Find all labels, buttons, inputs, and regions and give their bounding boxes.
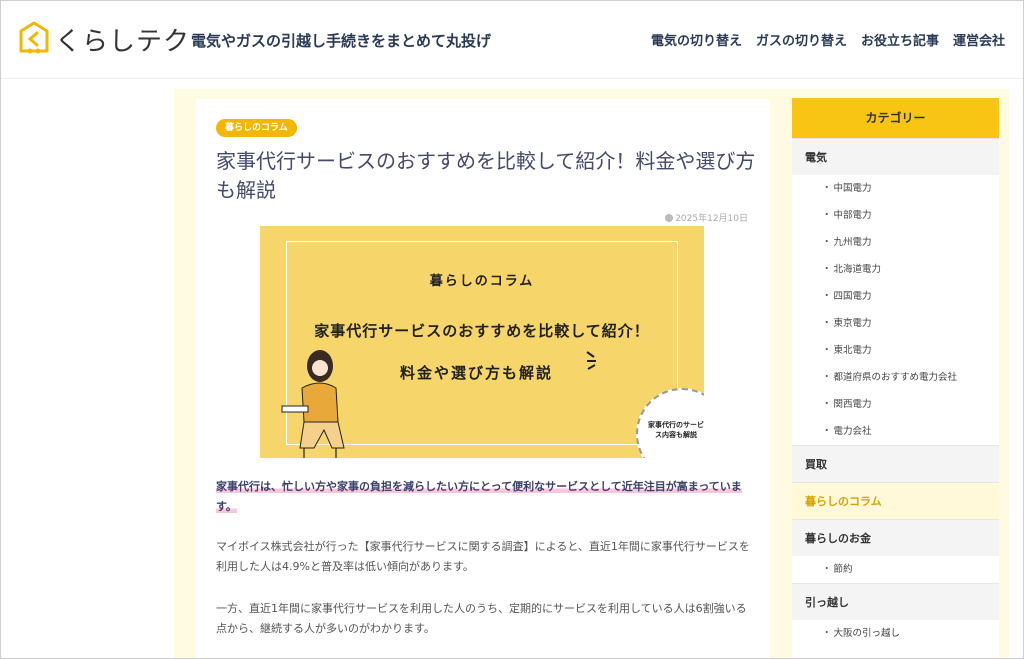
lead-text: 家事代行は、忙しい方や家事の負担を減らしたい方にとって便利なサービスとして近年注…: [216, 480, 742, 513]
sidebar-item[interactable]: 電力会社: [792, 418, 999, 445]
hero-headline: 家事代行サービスのおすすめを比較して紹介！: [314, 322, 650, 340]
sidebar-item[interactable]: 都道府県のおすすめ電力会社: [792, 364, 999, 391]
article-paragraph-1: マイボイス株式会社が行った【家事代行サービスに関する調査】によると、直近1年間に…: [216, 540, 750, 573]
hero-image: 暮らしのコラム 家事代行サービスのおすすめを比較して紹介！ 料金や選び方も解説 …: [260, 226, 704, 458]
sidebar-item[interactable]: 大阪の引っ越し: [792, 620, 999, 647]
nav-articles[interactable]: お役立ち記事: [861, 30, 939, 49]
article-lead: 家事代行は、忙しい方や家事の負担を減らしたい方にとって便利なサービスとして近年注…: [216, 477, 751, 517]
site-tagline: 電気やガスの引越し手続きをまとめて丸投げ: [191, 32, 492, 50]
house-logo-icon[interactable]: [19, 21, 49, 55]
article-date: 2025年12月10日: [665, 211, 748, 224]
date-text: 2025年12月10日: [675, 214, 748, 224]
nav-electricity[interactable]: 電気の切り替え: [651, 30, 742, 49]
sidebar-item[interactable]: 中国電力: [792, 175, 999, 202]
sidebar-item[interactable]: 東北電力: [792, 337, 999, 364]
sidebar-item[interactable]: 九州電力: [792, 229, 999, 256]
sidebar: カテゴリー 電気 中国電力 中部電力 九州電力 北海道電力 四国電力 東京電力 …: [792, 98, 999, 658]
sidebar-heading: カテゴリー: [792, 98, 999, 138]
nav-company[interactable]: 運営会社: [953, 30, 1005, 49]
sidebar-item[interactable]: 四国電力: [792, 283, 999, 310]
main-nav: 電気の切り替え ガスの切り替え お役立ち記事 運営会社: [651, 30, 1005, 49]
hero-subtitle: 暮らしのコラム: [429, 274, 535, 289]
hero-headline-2: 料金や選び方も解説: [400, 364, 554, 382]
sidebar-item[interactable]: 北海道電力: [792, 256, 999, 283]
sidebar-item[interactable]: 節約: [792, 556, 999, 583]
article: 暮らしのコラム 家事代行サービスのおすすめを比較して紹介！料金や選び方も解説 2…: [196, 99, 770, 658]
sidebar-category-living-money[interactable]: 暮らしのお金: [792, 519, 999, 556]
article-paragraph-2: 一方、直近1年間に家事代行サービスを利用した人のうち、定期的にサービスを利用して…: [216, 602, 747, 635]
article-title: 家事代行サービスのおすすめを比較して紹介！料金や選び方も解説: [216, 149, 756, 202]
browser-frame: くらしテク 電気やガスの引越し手続きをまとめて丸投げ 電気の切り替え ガスの切り…: [0, 0, 1024, 659]
site-logo-text[interactable]: くらしテク: [55, 21, 190, 58]
sidebar-category-electricity[interactable]: 電気: [792, 138, 999, 175]
sidebar-item[interactable]: 関西電力: [792, 391, 999, 418]
nav-gas[interactable]: ガスの切り替え: [756, 30, 847, 49]
emphasis-lines-icon: [586, 351, 596, 370]
clock-icon: [665, 214, 674, 222]
sidebar-category-moving[interactable]: 引っ越し: [792, 583, 999, 620]
hero-circle-text: 家事代行のサービス内容も解説: [648, 421, 704, 439]
woman-illustration-icon: [281, 350, 345, 458]
sidebar-category-purchase[interactable]: 買取: [792, 445, 999, 482]
sidebar-category-living-column[interactable]: 暮らしのコラム: [792, 482, 999, 519]
category-badge[interactable]: 暮らしのコラム: [216, 119, 297, 137]
site-header: くらしテク 電気やガスの引越し手続きをまとめて丸投げ 電気の切り替え ガスの切り…: [1, 1, 1023, 79]
sidebar-item[interactable]: 中部電力: [792, 202, 999, 229]
sidebar-item[interactable]: 東京電力: [792, 310, 999, 337]
